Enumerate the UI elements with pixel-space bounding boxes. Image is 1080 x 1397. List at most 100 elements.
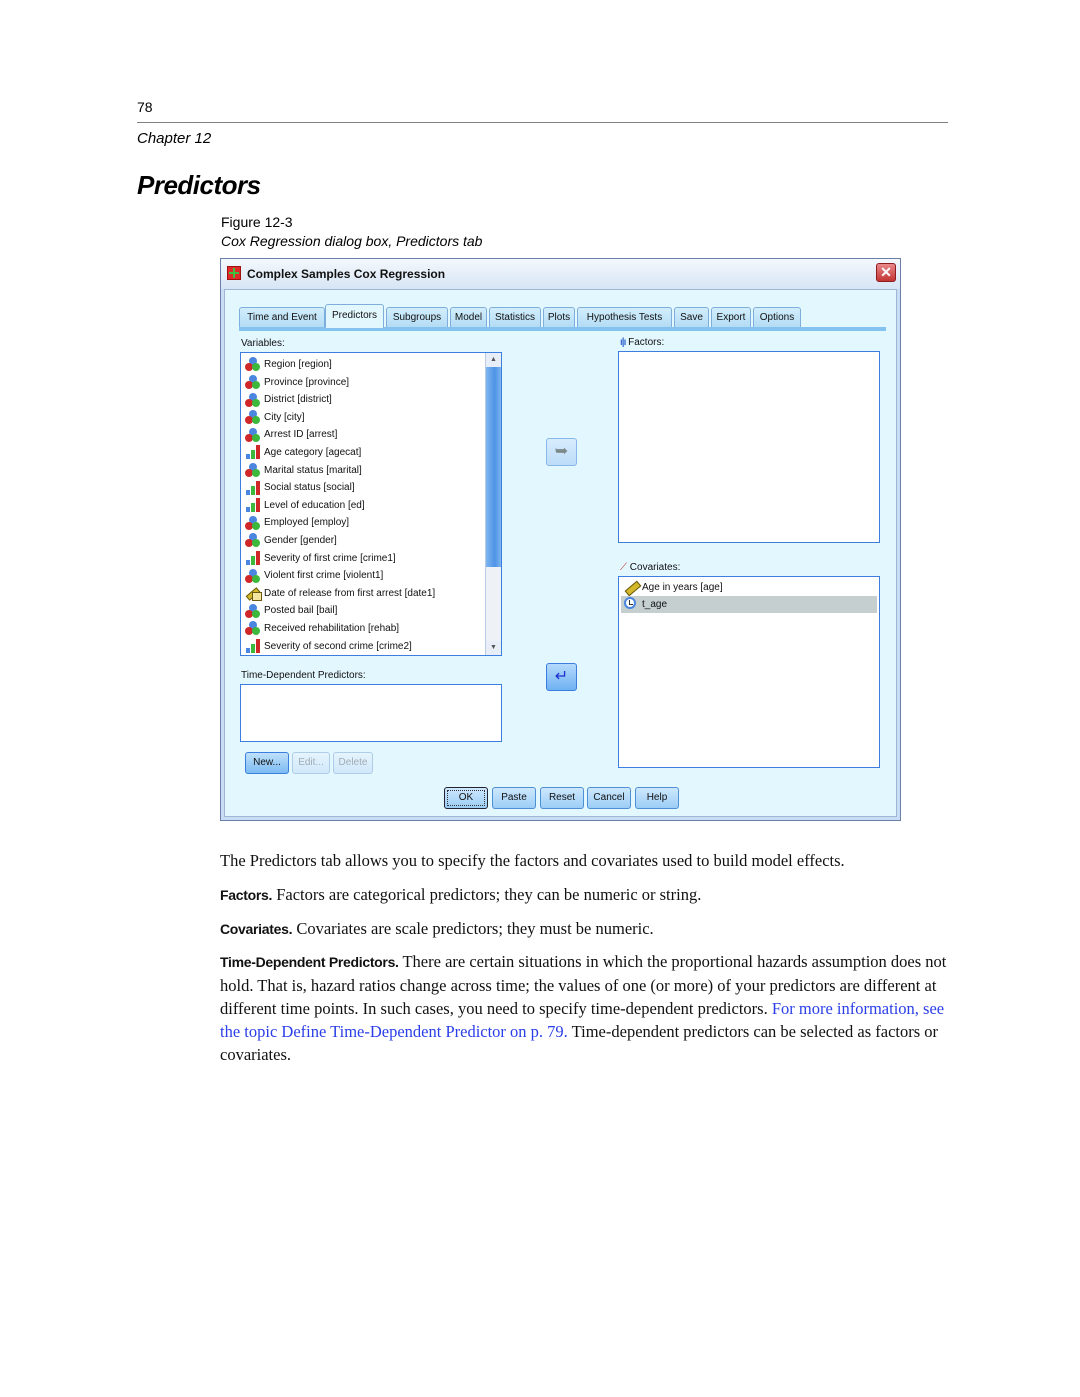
dialog-client-area: Time and Event Predictors Subgroups Mode… [224,289,897,817]
ok-button[interactable]: OK [444,787,488,809]
factors-label: Factors: [628,337,665,348]
variable-label: City [city] [264,411,305,423]
nominal-variable-icon [245,392,261,407]
arrow-right-icon: ➥ [554,443,569,460]
variable-item[interactable]: Date of release from first arrest [date1… [245,585,435,602]
variable-label: Received rehabilitation [rehab] [264,623,400,634]
covariate-item[interactable]: Age in years [age] [623,579,723,597]
variable-label: Gender [gender] [264,535,337,546]
variables-label: Variables: [241,338,285,349]
page-number: 78 [137,99,153,115]
variables-list[interactable]: ▲ ▼ Region [region] Province [province] Di… [240,352,502,656]
nominal-variable-icon [245,462,261,477]
delete-button[interactable]: Delete [333,752,373,774]
intro-paragraph: The Predictors tab allows you to specify… [220,851,845,870]
variable-label: Level of education [ed] [264,499,365,511]
variable-label: Severity of first crime [crime1] [264,552,396,564]
variable-label: Date of release from first arrest [date1… [264,587,436,599]
covariates-list[interactable]: Age in years [age] t_age [618,576,880,768]
variable-item[interactable]: Received rehabilitation [rehab] [245,620,399,637]
variable-item[interactable]: Region [region] [245,356,332,373]
variable-label: Posted bail [bail] [264,605,338,617]
variable-label: Employed [employ] [264,517,350,529]
covariates-text: Covariates are scale predictors; they mu… [292,919,654,938]
variable-item[interactable]: Posted bail [bail] [245,602,337,619]
edit-button[interactable]: Edit... [292,752,330,774]
covariate-item-selected[interactable]: t_age [623,596,667,613]
covariates-label-row: ⟋ Covariates: [620,562,680,573]
cox-regression-dialog: Complex Samples Cox Regression ✕ Time an… [220,258,901,821]
covariates-icon: ⟋ [620,562,627,573]
tab-model[interactable]: Model [450,307,487,327]
covariate-label: t_age [642,599,668,610]
chapter-label: Chapter 12 [137,130,212,147]
nominal-variable-icon [245,568,261,583]
paste-button[interactable]: Paste [492,787,536,809]
factors-text: Factors are categorical predictors; they… [272,885,702,904]
nominal-variable-icon [245,357,261,372]
scroll-up-button[interactable]: ▲ [486,353,501,367]
variable-item[interactable]: Severity of first crime [crime1] [245,550,396,567]
close-button[interactable]: ✕ [876,263,896,282]
time-dependent-list[interactable] [240,684,502,742]
variable-item[interactable]: Gender [gender] [245,532,337,549]
variable-item[interactable]: Age category [agecat] [245,444,361,461]
ordinal-variable-icon [245,638,261,653]
tab-predictors[interactable]: Predictors [325,304,384,328]
tab-time-and-event[interactable]: Time and Event [239,307,325,327]
variable-label: Region [region] [264,359,332,370]
variable-item[interactable]: Social status [social] [245,479,355,496]
scroll-down-button[interactable]: ▼ [486,641,501,655]
nominal-variable-icon [245,374,261,389]
stopwatch-icon [623,597,639,611]
time-dependent-label: Time-Dependent Predictors: [241,670,366,681]
factors-paragraph: Factors. Factors are categorical predict… [220,883,950,907]
tab-save[interactable]: Save [674,307,709,327]
nominal-variable-icon [245,603,261,618]
tab-strip: Time and Event Predictors Subgroups Mode… [239,304,886,328]
header-rule [137,122,948,123]
tab-hypothesis-tests[interactable]: Hypothesis Tests [577,307,672,327]
variable-item[interactable]: Severity of second crime [crime2] [245,638,412,655]
new-button[interactable]: New... [245,752,289,774]
variable-item[interactable]: Arrest ID [arrest] [245,426,337,443]
time-dependent-lead: Time-Dependent Predictors. [220,954,399,970]
variable-label: Social status [social] [264,482,355,494]
cancel-button[interactable]: Cancel [587,787,631,809]
scrollbar-thumb[interactable] [486,367,501,567]
variable-label: Violent first crime [violent1] [264,570,384,582]
variable-item[interactable]: Violent first crime [violent1] [245,567,383,584]
section-title: Predictors [137,170,261,200]
variable-item[interactable]: Employed [employ] [245,514,349,531]
variable-item[interactable]: Province [province] [245,374,349,391]
tab-options[interactable]: Options [753,307,801,327]
variable-label: Marital status [marital] [264,464,362,476]
variable-label: Age category [agecat] [264,447,362,458]
help-button[interactable]: Help [635,787,679,809]
move-to-factors-button[interactable]: ➥ [546,438,577,466]
variables-scrollbar[interactable]: ▲ ▼ [485,353,501,655]
variable-item[interactable]: Level of education [ed] [245,497,365,514]
move-to-covariates-button[interactable]: ↵ [546,663,577,691]
variable-label: Arrest ID [arrest] [264,429,338,441]
tab-export[interactable]: Export [711,307,751,327]
tab-statistics[interactable]: Statistics [489,307,541,327]
variable-label: Province [province] [264,376,350,388]
covariate-label: Age in years [age] [642,582,723,593]
reset-button[interactable]: Reset [540,787,584,809]
ordinal-variable-icon [245,480,261,495]
close-icon: ✕ [880,264,892,280]
variable-item[interactable]: District [district] [245,391,332,408]
variable-label: Severity of second crime [crime2] [264,640,412,652]
title-bar[interactable]: Complex Samples Cox Regression ✕ [221,259,900,289]
nominal-variable-icon [245,427,261,442]
ordinal-variable-icon [245,550,261,565]
tab-plots[interactable]: Plots [543,307,575,327]
nominal-variable-icon [245,515,261,530]
variable-item[interactable]: City [city] [245,409,305,426]
tab-subgroups[interactable]: Subgroups [386,307,448,327]
covariates-paragraph: Covariates. Covariates are scale predict… [220,917,950,941]
scale-variable-icon [623,580,642,597]
factors-list[interactable] [618,351,880,543]
variable-item[interactable]: Marital status [marital] [245,462,362,479]
